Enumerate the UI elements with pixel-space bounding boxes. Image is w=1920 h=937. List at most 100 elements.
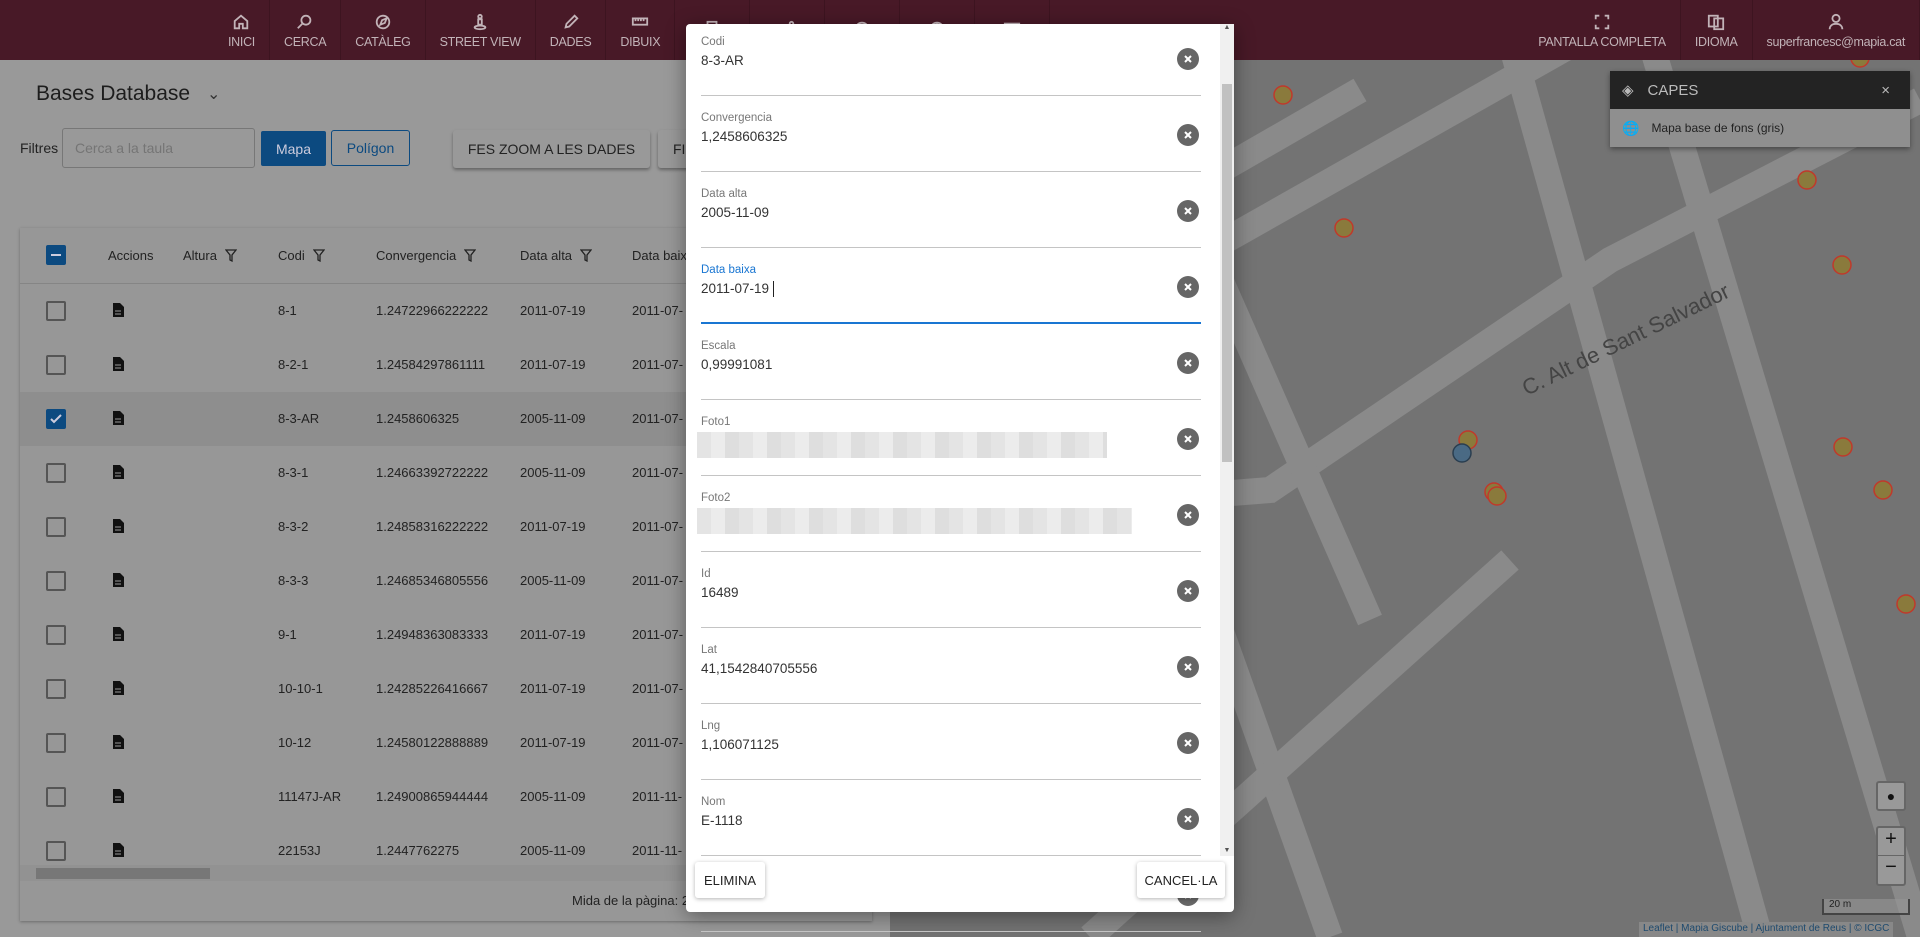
field-value[interactable]: 16489 [701,585,739,600]
field-lat[interactable]: Lat 41,1542840705556 [701,644,1201,704]
scroll-up-arrow[interactable]: ▲ [1220,24,1234,31]
nav-translate[interactable]: IDIOMA [1681,0,1753,60]
cell-codi: 10-10-1 [278,681,323,696]
row-checkbox[interactable] [46,301,66,321]
clear-field-icon[interactable] [1177,276,1199,298]
col-codi[interactable]: Codi [278,248,325,263]
field-lng[interactable]: Lng 1,106071125 [701,720,1201,780]
document-icon[interactable] [112,519,124,533]
nav-fullscreen[interactable]: PANTALLA COMPLETA [1524,0,1681,60]
field-label: Codi [701,36,725,48]
field-foto2[interactable]: Foto2 [697,492,1201,552]
clear-field-icon[interactable] [1177,656,1199,678]
row-checkbox[interactable] [46,625,66,645]
field-label: Lat [701,644,717,656]
col-data-alta[interactable]: Data alta [520,248,593,263]
row-checkbox[interactable] [46,733,66,753]
delete-button[interactable]: ELIMINA [695,862,765,898]
document-icon[interactable] [112,789,124,803]
cell-data-alta: 2005-11-09 [520,789,586,804]
row-checkbox[interactable] [46,517,66,537]
filter-icon[interactable] [580,249,593,262]
field-value[interactable]: E-1118 [701,813,743,828]
clear-field-icon[interactable] [1177,48,1199,70]
row-checkbox[interactable] [46,463,66,483]
col-data-baixa[interactable]: Data baixa [632,248,694,263]
nav-ruler[interactable]: DIBUIX [606,0,676,60]
field-value[interactable]: 2011-07-19 [701,281,769,296]
nav-pencil[interactable]: DADES [536,0,607,60]
polygon-filter-button[interactable]: Polígon [331,130,410,166]
nav-compass[interactable]: CATÀLEG [341,0,426,60]
field-data-baixa[interactable]: Data baixa 2011-07-19 [701,264,1201,324]
document-icon[interactable] [112,465,124,479]
document-icon[interactable] [112,843,124,857]
scroll-down-arrow[interactable]: ▼ [1220,847,1234,854]
dialog-scrollbar[interactable]: ▲ ▼ [1220,24,1234,856]
field-value[interactable]: 1,106071125 [701,737,779,752]
document-icon[interactable] [112,357,124,371]
chevron-down-icon[interactable]: ⌄ [207,84,220,104]
field-label: Data alta [701,188,748,200]
close-icon[interactable]: × [1881,82,1890,99]
nav-label: IDIOMA [1694,35,1738,49]
cell-data-alta: 2005-11-09 [520,465,586,480]
map-filter-button[interactable]: Mapa [261,131,326,166]
cancel-button[interactable]: CANCEL·LA [1137,862,1225,898]
nav-user[interactable]: superfrancesc@mapia.cat [1753,0,1920,60]
clear-field-icon[interactable] [1177,124,1199,146]
document-icon[interactable] [112,735,124,749]
clear-field-icon[interactable] [1177,580,1199,602]
zoom-to-data-button[interactable]: FES ZOOM A LES DADES [453,130,650,168]
field-foto1[interactable]: Foto1 [697,416,1201,476]
nav-home[interactable]: INICI [214,0,270,60]
scrollbar-thumb[interactable] [1222,84,1232,462]
nav-pegman[interactable]: STREET VIEW [426,0,536,60]
row-checkbox[interactable] [46,355,66,375]
cell-codi: 8-3-3 [278,573,309,588]
document-icon[interactable] [112,411,124,425]
locate-button[interactable]: ● [1876,781,1906,811]
field-data-alta[interactable]: Data alta 2005-11-09 [701,188,1201,248]
clear-field-icon[interactable] [1177,352,1199,374]
row-checkbox[interactable] [46,787,66,807]
col-altura[interactable]: Altura [183,248,237,263]
document-icon[interactable] [112,681,124,695]
clear-field-icon[interactable] [1177,428,1199,450]
field-value[interactable]: 41,1542840705556 [701,661,817,676]
row-checkbox[interactable] [46,841,66,861]
zoom-in-button[interactable]: + [1878,828,1904,857]
field-nom[interactable]: Nom E-1118 [701,796,1201,856]
filter-icon[interactable] [224,249,237,262]
field-id[interactable]: Id 16489 [701,568,1201,628]
document-icon[interactable] [112,303,124,317]
scrollbar-thumb[interactable] [36,868,210,879]
document-icon[interactable] [112,627,124,641]
field-label: Lng [701,720,721,732]
clear-field-icon[interactable] [1177,808,1199,830]
clear-field-icon[interactable] [1177,504,1199,526]
field-escala[interactable]: Escala 0,99991081 [701,340,1201,400]
filter-icon[interactable] [464,249,477,262]
field-value[interactable]: 1,2458606325 [701,129,787,144]
filter-icon[interactable] [312,249,325,262]
clear-field-icon[interactable] [1177,732,1199,754]
table-search-input[interactable] [62,128,255,168]
map-attribution[interactable]: Leaflet | Mapia Giscube | Ajuntament de … [1639,922,1894,937]
field-codi[interactable]: Codi 8-3-AR [701,36,1201,96]
row-checkbox[interactable] [46,571,66,591]
field-convergencia[interactable]: Convergencia 1,2458606325 [701,112,1201,172]
layer-item[interactable]: 🌐 Mapa base de fons (gris) [1610,109,1910,147]
zoom-out-button[interactable]: − [1878,856,1904,884]
nav-search[interactable]: CERCA [270,0,342,60]
field-value[interactable]: 2005-11-09 [701,205,769,220]
row-checkbox[interactable] [46,409,66,429]
field-value[interactable]: 0,99991081 [701,357,772,372]
select-all-checkbox[interactable] [46,245,66,265]
clear-field-icon[interactable] [1177,200,1199,222]
col-convergencia[interactable]: Convergencia [376,248,477,263]
field-value[interactable]: 8-3-AR [701,53,744,68]
document-icon[interactable] [112,573,124,587]
row-checkbox[interactable] [46,679,66,699]
field-extra[interactable] [701,872,1201,932]
